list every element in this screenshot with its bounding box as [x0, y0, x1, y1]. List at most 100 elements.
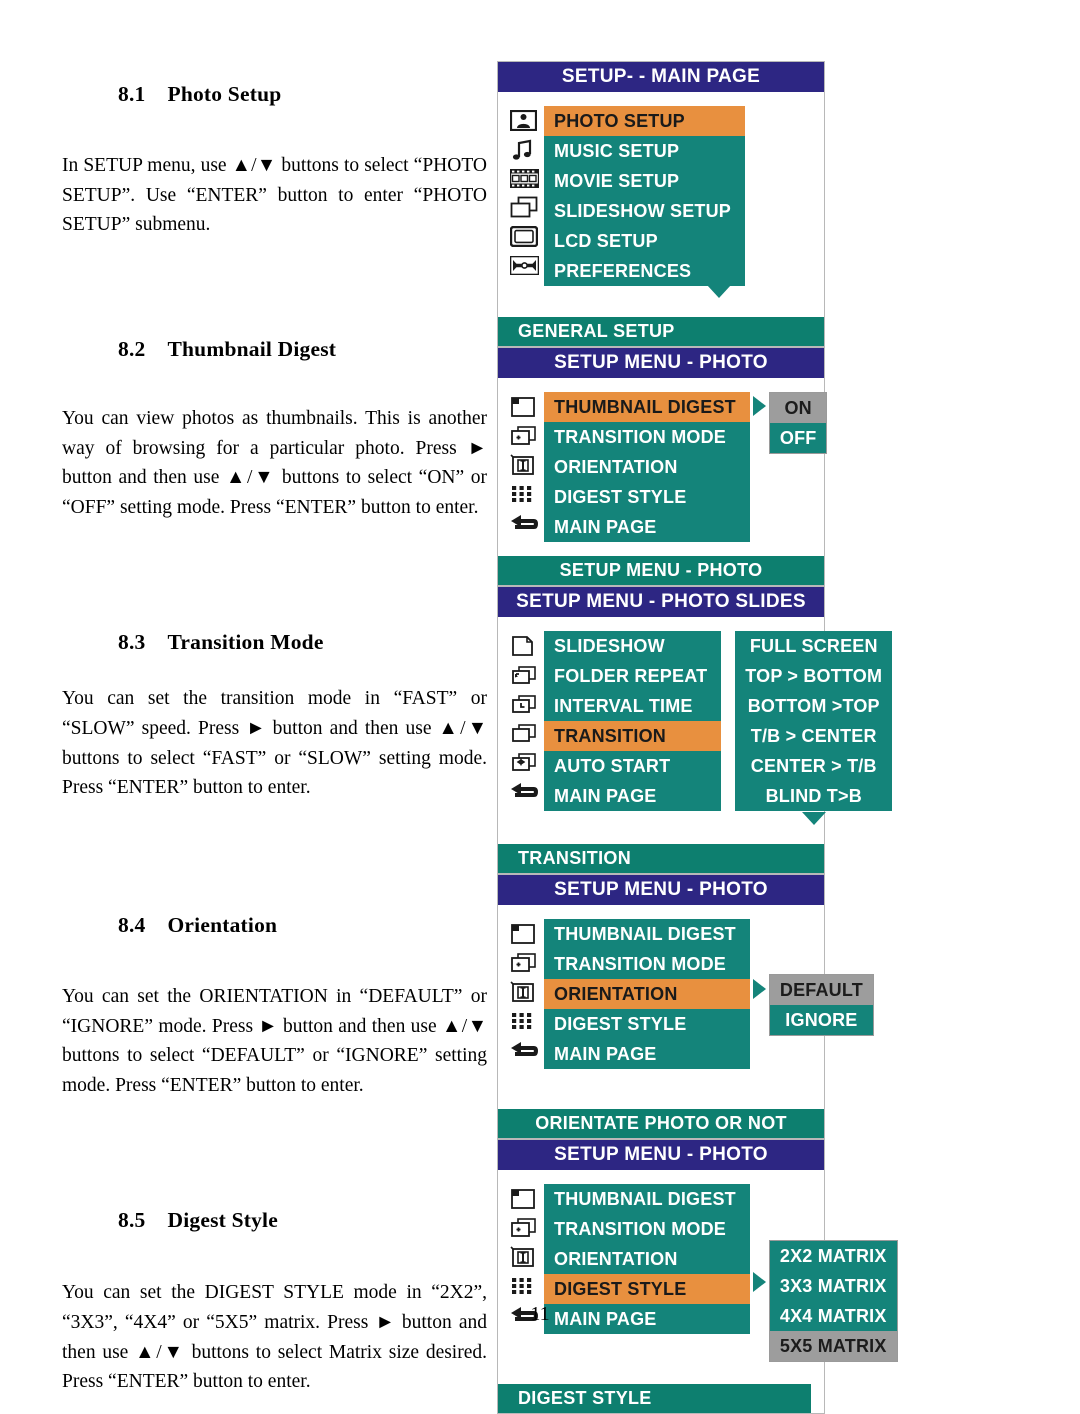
value-item-full-screen[interactable]: FULL SCREEN — [735, 631, 892, 661]
menu-item-lcd-setup[interactable]: LCD SETUP — [544, 226, 745, 256]
screen-hint-bar: GENERAL SETUP — [498, 317, 824, 346]
menu-item-thumbnail-digest[interactable]: THUMBNAIL DIGEST — [544, 392, 750, 422]
menu-item-transition-mode[interactable]: TRANSITION MODE — [544, 949, 750, 979]
screen-setup-main-page: SETUP- - MAIN PAGE PHOTO SETUP MUSIC SET… — [497, 61, 825, 347]
menu-item-slideshow-setup[interactable]: SLIDESHOW SETUP — [544, 196, 745, 226]
thumbnail-icon — [510, 392, 544, 421]
scroll-down-arrow-icon[interactable] — [707, 285, 732, 298]
section-number: 8.4 — [118, 912, 146, 937]
section-transition-mode: 8.3 Transition Mode You can set the trans… — [62, 630, 487, 803]
slideshow-icon — [510, 193, 544, 222]
submenu-caret-icon — [752, 979, 766, 999]
value-item-blind-tb[interactable]: BLIND T>B — [735, 781, 892, 811]
section-number: 8.1 — [118, 82, 146, 106]
screen-hint-bar: ORIENTATE PHOTO OR NOT — [498, 1109, 824, 1138]
menu-list[interactable]: PHOTO SETUP MUSIC SETUP MOVIE SETUP SLID… — [544, 106, 746, 286]
screen-setup-menu-photo-orientation: SETUP MENU - PHOTO THUMBNAIL DIGEST TRAN… — [497, 874, 874, 1139]
section-body: You can set the DIGEST STYLE mode in “2X… — [62, 1282, 487, 1393]
screen-title: SETUP- - MAIN PAGE — [498, 62, 824, 92]
value-list-orientation[interactable]: DEFAULT IGNORE — [768, 974, 874, 1036]
menu-item-digest-style[interactable]: DIGEST STYLE — [544, 482, 750, 512]
screen-hint-bar: SETUP MENU - PHOTO — [498, 556, 824, 585]
value-item-on[interactable]: ON — [769, 393, 827, 423]
icon-column — [498, 919, 544, 1064]
menu-item-transition-mode[interactable]: TRANSITION MODE — [544, 422, 750, 452]
value-list-thumbnail-digest[interactable]: ON OFF — [768, 392, 828, 454]
menu-item-photo-setup[interactable]: PHOTO SETUP — [544, 106, 746, 136]
value-item-2x2-matrix[interactable]: 2X2 MATRIX — [770, 1241, 897, 1271]
screen-setup-menu-photo-digest-style: SETUP MENU - PHOTO THUMBNAIL DIGEST TRAN… — [497, 1139, 898, 1414]
matrix-icon — [510, 1271, 544, 1300]
matrix-icon — [510, 1006, 544, 1035]
menu-item-thumbnail-digest[interactable]: THUMBNAIL DIGEST — [544, 919, 750, 949]
scroll-down-arrow-icon[interactable] — [801, 812, 826, 825]
menu-item-auto-start[interactable]: AUTO START — [544, 751, 721, 781]
transition-stack-icon — [510, 718, 544, 747]
slide-icon — [510, 631, 544, 660]
value-item-off[interactable]: OFF — [770, 423, 827, 453]
value-list-transition[interactable]: FULL SCREEN TOP > BOTTOM BOTTOM >TOP T/B… — [735, 631, 893, 811]
section-heading: 8.5 Digest Style — [62, 1208, 487, 1233]
menu-item-preferences[interactable]: PREFERENCES — [544, 256, 745, 286]
menu-item-orientation[interactable]: ORIENTATION — [544, 979, 750, 1009]
section-title: Digest Style — [167, 1208, 278, 1233]
value-item-ignore[interactable]: IGNORE — [770, 1005, 873, 1035]
thumbnail-icon — [510, 1184, 544, 1213]
menu-item-main-page[interactable]: MAIN PAGE — [544, 1039, 750, 1069]
menu-item-transition-mode[interactable]: TRANSITION MODE — [544, 1214, 750, 1244]
screen-title: SETUP MENU - PHOTO — [498, 1140, 824, 1170]
menu-item-movie-setup[interactable]: MOVIE SETUP — [544, 166, 745, 196]
menu-item-slideshow[interactable]: SLIDESHOW — [544, 631, 721, 661]
lcd-screen-icon — [510, 222, 544, 251]
screen-body: THUMBNAIL DIGEST TRANSITION MODE ORIENTA… — [498, 905, 874, 1109]
screen-setup-menu-photo-thumbnail: SETUP MENU - PHOTO THUMBNAIL DIGEST TRAN… — [497, 347, 828, 586]
menu-item-digest-style[interactable]: DIGEST STYLE — [544, 1274, 750, 1304]
menu-item-thumbnail-digest[interactable]: THUMBNAIL DIGEST — [544, 1184, 750, 1214]
section-photo-setup: 8.1 Photo Setup In SETUP menu, use ▲/▼ bu… — [62, 82, 487, 240]
menu-list[interactable]: THUMBNAIL DIGEST TRANSITION MODE ORIENTA… — [544, 919, 750, 1069]
screen-body: SLIDESHOW FOLDER REPEAT INTERVAL TIME TR… — [498, 617, 893, 844]
screen-body: PHOTO SETUP MUSIC SETUP MOVIE SETUP SLID… — [498, 92, 824, 317]
value-item-3x3-matrix[interactable]: 3X3 MATRIX — [770, 1271, 897, 1301]
value-item-bottom-top[interactable]: BOTTOM >TOP — [735, 691, 892, 721]
section-heading: 8.4 Orientation — [62, 913, 487, 938]
value-item-5x5-matrix[interactable]: 5X5 MATRIX — [769, 1331, 897, 1361]
menu-item-interval-time[interactable]: INTERVAL TIME — [544, 691, 721, 721]
section-heading: 8.3 Transition Mode — [62, 630, 487, 655]
menu-item-orientation[interactable]: ORIENTATION — [544, 1244, 750, 1274]
photo-icon — [510, 106, 544, 135]
wrench-icon — [510, 251, 544, 280]
back-arrow-icon — [510, 508, 544, 537]
auto-start-icon — [510, 747, 544, 776]
transition-icon — [510, 1213, 544, 1242]
back-arrow-icon — [510, 1035, 544, 1064]
value-item-tb-center[interactable]: T/B > CENTER — [735, 721, 892, 751]
menu-item-main-page[interactable]: MAIN PAGE — [544, 512, 750, 542]
film-strip-icon — [510, 164, 544, 193]
document-text-column: 8.1 Photo Setup In SETUP menu, use ▲/▼ bu… — [62, 60, 487, 1397]
value-list-digest-style[interactable]: 2X2 MATRIX 3X3 MATRIX 4X4 MATRIX 5X5 MAT… — [768, 1240, 898, 1362]
section-title: Photo Setup — [167, 82, 282, 106]
section-body: You can set the transition mode in “FAST… — [62, 688, 487, 799]
section-body: You can view photos as thumbnails. This … — [62, 407, 487, 518]
section-heading: 8.2 Thumbnail Digest — [62, 337, 487, 362]
menu-item-transition[interactable]: TRANSITION — [544, 721, 722, 751]
section-thumbnail-digest: 8.2 Thumbnail Digest You can view photos … — [62, 337, 487, 523]
folder-repeat-icon — [510, 660, 544, 689]
screen-hint-bar: TRANSITION — [498, 844, 824, 873]
menu-list[interactable]: THUMBNAIL DIGEST TRANSITION MODE ORIENTA… — [544, 392, 750, 542]
value-item-default[interactable]: DEFAULT — [769, 975, 873, 1005]
submenu-caret-icon — [752, 1272, 766, 1292]
menu-item-orientation[interactable]: ORIENTATION — [544, 452, 750, 482]
page-number: 11 — [530, 1303, 550, 1325]
menu-item-main-page[interactable]: MAIN PAGE — [544, 781, 721, 811]
menu-item-folder-repeat[interactable]: FOLDER REPEAT — [544, 661, 721, 691]
value-item-top-bottom[interactable]: TOP > BOTTOM — [735, 661, 892, 691]
menu-list[interactable]: SLIDESHOW FOLDER REPEAT INTERVAL TIME TR… — [544, 631, 722, 811]
screen-title: SETUP MENU - PHOTO SLIDES — [498, 587, 824, 617]
menu-item-music-setup[interactable]: MUSIC SETUP — [544, 136, 745, 166]
thumbnail-icon — [510, 919, 544, 948]
value-item-center-tb[interactable]: CENTER > T/B — [735, 751, 892, 781]
menu-item-digest-style[interactable]: DIGEST STYLE — [544, 1009, 750, 1039]
matrix-icon — [510, 479, 544, 508]
